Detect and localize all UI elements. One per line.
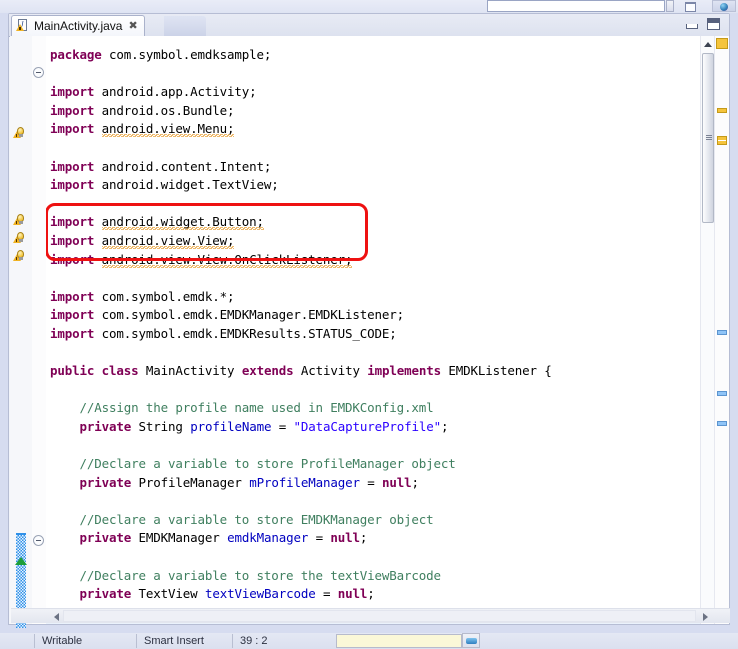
tab-mainactivity-java[interactable]: J MainActivity.java ✖: [11, 15, 145, 36]
scroll-right-arrow-icon[interactable]: [700, 611, 710, 621]
fold-collapse-icon[interactable]: [33, 535, 44, 546]
vertical-scrollbar-thumb[interactable]: [702, 53, 714, 223]
warning-bulb-icon[interactable]: [13, 126, 29, 140]
warning-bulb-icon[interactable]: [13, 231, 29, 245]
quick-access-dropdown-button[interactable]: [666, 0, 674, 12]
vertical-scrollbar[interactable]: [700, 36, 715, 624]
status-progress-field[interactable]: [336, 634, 462, 648]
close-icon[interactable]: ✖: [128, 21, 137, 32]
editor-tab-row: J MainActivity.java ✖: [9, 14, 729, 37]
status-insert-mode: Smart Insert: [144, 635, 204, 647]
scroll-left-arrow-icon[interactable]: [51, 611, 61, 621]
status-build-icon[interactable]: [462, 633, 480, 648]
code-editor-area[interactable]: package com.symbol.emdksample; import an…: [46, 36, 705, 624]
quick-diff-marker-icon: [15, 557, 27, 565]
overview-status-icon[interactable]: [716, 38, 728, 49]
workbench-toolbar-strip: [0, 0, 738, 13]
source-code-text[interactable]: package com.symbol.emdksample; import an…: [50, 46, 699, 624]
perspective-globe-icon[interactable]: [712, 0, 736, 12]
editor-body: package com.symbol.emdksample; import an…: [10, 36, 729, 624]
horizontal-scrollbar-track[interactable]: [63, 610, 696, 622]
overview-warning-marker[interactable]: [717, 136, 727, 145]
window-minimize-icon[interactable]: [684, 1, 696, 11]
scroll-up-arrow-icon[interactable]: [702, 39, 714, 49]
quick-access-search-input[interactable]: [487, 0, 665, 12]
warning-bulb-icon[interactable]: [13, 249, 29, 263]
java-file-warning-icon: J: [16, 19, 30, 33]
overview-warning-marker[interactable]: [717, 108, 727, 113]
status-cursor-position: 39 : 2: [240, 635, 268, 647]
overview-info-marker[interactable]: [717, 421, 727, 426]
eclipse-window: J MainActivity.java ✖: [0, 0, 738, 649]
warning-bulb-icon[interactable]: [13, 213, 29, 227]
overview-info-marker[interactable]: [717, 391, 727, 396]
status-bar: Writable Smart Insert 39 : 2: [0, 633, 738, 649]
part-minimize-icon[interactable]: [686, 19, 699, 30]
part-maximize-icon[interactable]: [707, 18, 720, 30]
tab-row-spacer: [164, 16, 206, 36]
status-writable: Writable: [42, 635, 82, 647]
overview-info-marker[interactable]: [717, 330, 727, 335]
editor-part: J MainActivity.java ✖: [8, 13, 730, 625]
annotation-ruler[interactable]: [10, 36, 33, 624]
tab-label: MainActivity.java: [34, 19, 122, 33]
overview-ruler[interactable]: [714, 36, 729, 624]
folding-ruler[interactable]: [32, 36, 47, 624]
fold-collapse-icon[interactable]: [33, 67, 44, 78]
horizontal-scrollbar[interactable]: [11, 608, 730, 623]
